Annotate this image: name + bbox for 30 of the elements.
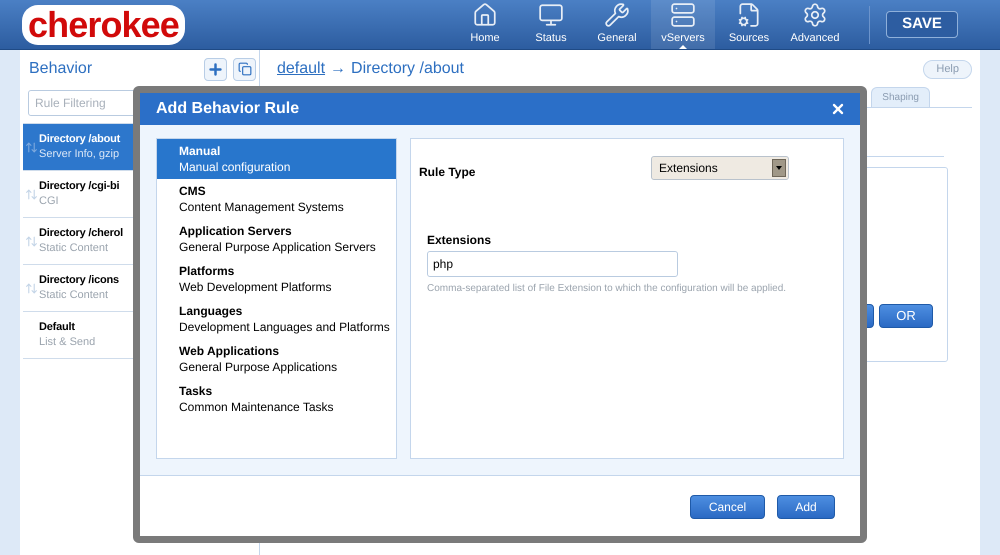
- category-name: CMS: [179, 183, 207, 199]
- category-description: Development Languages and Platforms: [179, 319, 391, 335]
- rule-detail: CGI: [39, 194, 60, 209]
- category-name: Platforms: [179, 263, 236, 279]
- field-hint: Comma-separated list of File Extension to which the configuration will be applied.: [427, 282, 788, 296]
- rule-detail: List & Send: [39, 335, 96, 350]
- category-name: Languages: [179, 303, 244, 319]
- field-label: Extensions: [427, 232, 492, 249]
- rule-name: Directory /cgi-bi: [39, 179, 120, 194]
- breadcrumb-arrow: →: [330, 59, 346, 79]
- category-name: Application Servers: [179, 223, 293, 239]
- category-description: Common Maintenance Tasks: [179, 399, 335, 415]
- category-description: Web Development Platforms: [179, 279, 333, 295]
- rule-type-label: Rule Type: [419, 164, 476, 181]
- rule-name: Directory /cherol: [39, 226, 124, 241]
- rule-detail: Static Content: [39, 288, 110, 303]
- rule-name: Default: [39, 320, 76, 335]
- rule-detail: Server Info, gzip: [39, 147, 120, 162]
- category-description: Manual configuration: [179, 159, 292, 175]
- panel-title: Behavior: [29, 59, 92, 79]
- category-description: Content Management Systems: [179, 199, 345, 215]
- category-name: Web Applications: [179, 343, 280, 359]
- rule-name: Directory /about: [39, 132, 120, 147]
- category-name: Tasks: [179, 383, 214, 399]
- breadcrumb-current: Directory /about: [351, 59, 464, 79]
- category-name: Manual: [179, 143, 222, 159]
- rule-detail: Static Content: [39, 241, 110, 256]
- category-description: General Purpose Applications: [179, 359, 338, 375]
- category-description: General Purpose Application Servers: [179, 239, 377, 255]
- rule-name: Directory /icons: [39, 273, 119, 288]
